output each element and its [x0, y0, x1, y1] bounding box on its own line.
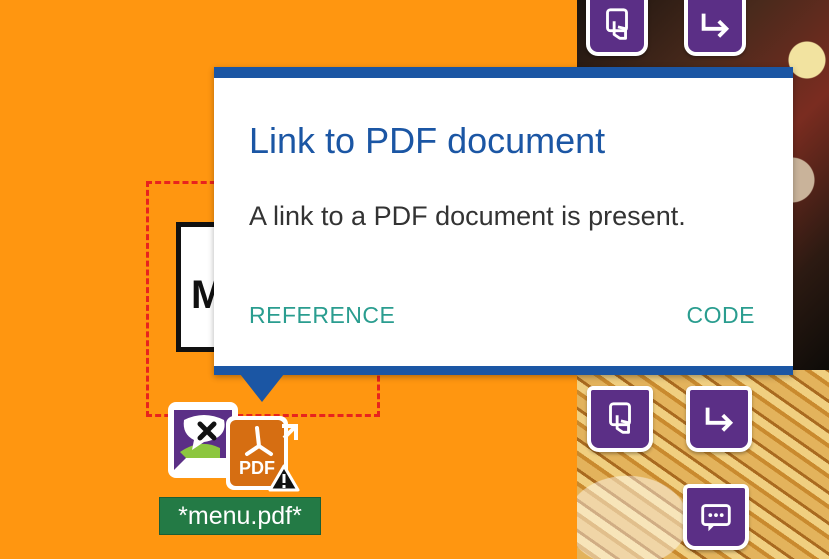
pdf-icon[interactable]: PDF [224, 414, 304, 494]
arrow-badge[interactable] [686, 386, 752, 452]
touch-icon [606, 8, 628, 40]
touch-badge[interactable] [587, 386, 653, 452]
tooltip-title: Link to PDF document [249, 120, 606, 161]
touch-icon [609, 402, 631, 434]
chat-icon [701, 504, 731, 532]
chat-badge[interactable] [683, 484, 749, 550]
reference-link[interactable]: REFERENCE [249, 302, 395, 329]
pdf-icon-label: PDF [239, 458, 275, 478]
tooltip-description: A link to a PDF document is present. [249, 201, 686, 231]
arrow-right-icon [705, 407, 734, 432]
code-link[interactable]: CODE [687, 302, 755, 329]
tooltip-arrow [240, 374, 284, 402]
file-name-label: *menu.pdf* [159, 497, 321, 535]
arrow-badge[interactable] [684, 0, 746, 56]
info-tooltip: Link to PDF document A link to a PDF doc… [214, 67, 793, 375]
arrow-right-icon [701, 13, 730, 38]
touch-badge[interactable] [586, 0, 648, 56]
